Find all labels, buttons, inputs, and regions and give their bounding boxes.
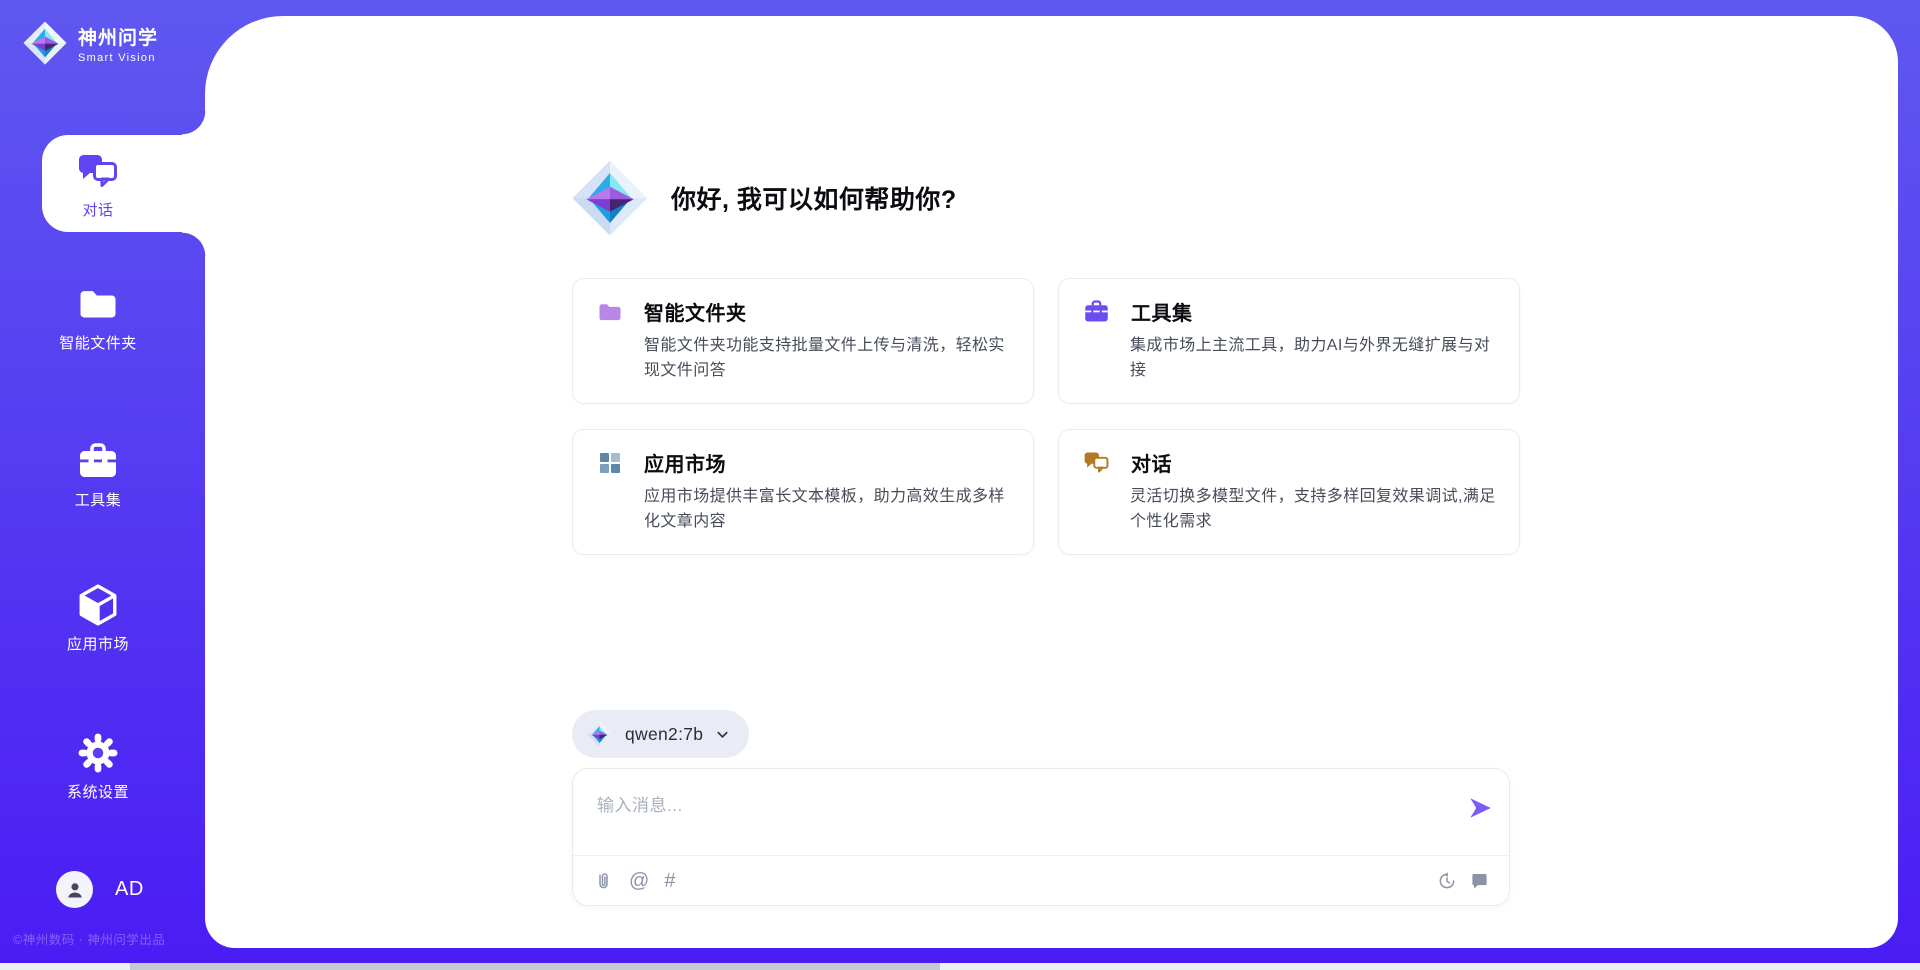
card-app-market[interactable]: 应用市场 应用市场提供丰富长文本模板，助力高效生成多样化文章内容 [572, 429, 1034, 555]
card-title: 智能文件夹 [644, 297, 747, 326]
grid-icon [598, 451, 622, 475]
active-nav-curve-top [182, 111, 207, 135]
composer-toolbar: @ # [593, 856, 1489, 906]
card-toolset[interactable]: 工具集 集成市场上主流工具，助力AI与外界无缝扩展与对接 [1058, 278, 1520, 404]
send-icon[interactable] [1467, 795, 1493, 821]
user-name: AD [115, 878, 144, 901]
app-root: 神州问学 Smart Vision 对话 智能文件夹 [0, 0, 1920, 970]
greeting: 你好, 我可以如何帮助你? [570, 158, 957, 238]
sidebar-item-chat[interactable]: 对话 [0, 150, 196, 220]
hashtag-icon[interactable]: # [664, 871, 675, 891]
greeting-text: 你好, 我可以如何帮助你? [671, 180, 957, 216]
horizontal-scrollbar [0, 963, 1920, 970]
brand-diamond-icon [22, 20, 68, 66]
sidebar-item-label: 对话 [0, 199, 196, 220]
card-description: 智能文件夹功能支持批量文件上传与清洗，轻松实现文件问答 [644, 333, 1016, 383]
model-name: qwen2:7b [625, 724, 703, 745]
sidebar-footer: ©神州数码 · 神州问学出品 [13, 929, 165, 948]
history-icon[interactable] [1437, 871, 1457, 891]
gear-icon [0, 732, 196, 774]
sidebar-item-toolset[interactable]: 工具集 [0, 440, 196, 510]
person-icon [64, 879, 86, 901]
toolbox-icon [0, 440, 196, 482]
sidebar-item-label: 系统设置 [0, 781, 196, 802]
sidebar-item-label: 应用市场 [0, 633, 196, 654]
sidebar-item-label: 工具集 [0, 489, 196, 510]
mention-icon[interactable]: @ [629, 871, 649, 891]
brand-subtitle: Smart Vision [78, 52, 158, 64]
sidebar-item-settings[interactable]: 系统设置 [0, 732, 196, 802]
chat-icon [0, 150, 196, 192]
model-diamond-icon [586, 721, 613, 748]
card-description: 集成市场上主流工具，助力AI与外界无缝扩展与对接 [1130, 333, 1502, 383]
folder-icon [0, 283, 196, 325]
cube-icon [0, 584, 196, 626]
card-chat[interactable]: 对话 灵活切换多模型文件，支持多样回复效果调试,满足个性化需求 [1058, 429, 1520, 555]
comment-icon[interactable] [1470, 872, 1489, 891]
brand-logo: 神州问学 Smart Vision [22, 20, 158, 66]
sidebar-item-app-market[interactable]: 应用市场 [0, 584, 196, 654]
active-nav-curve-bottom [182, 232, 207, 256]
card-title: 应用市场 [644, 448, 726, 477]
card-title: 工具集 [1131, 297, 1193, 326]
user-profile[interactable]: AD [56, 871, 144, 908]
card-description: 应用市场提供丰富长文本模板，助力高效生成多样化文章内容 [644, 484, 1016, 534]
sidebar-item-smart-folder[interactable]: 智能文件夹 [0, 283, 196, 353]
folder-icon [598, 302, 622, 322]
card-smart-folder[interactable]: 智能文件夹 智能文件夹功能支持批量文件上传与清洗，轻松实现文件问答 [572, 278, 1034, 404]
sidebar-item-label: 智能文件夹 [0, 332, 196, 353]
message-input[interactable] [597, 791, 1437, 847]
toolbox-icon [1084, 300, 1109, 323]
chat-icon [1084, 451, 1109, 474]
paperclip-icon[interactable] [593, 871, 614, 892]
card-title: 对话 [1131, 448, 1172, 477]
avatar [56, 871, 93, 908]
composer: @ # [572, 768, 1510, 906]
chevron-down-icon [715, 727, 730, 742]
model-selector[interactable]: qwen2:7b [572, 710, 749, 758]
greeting-diamond-icon [570, 158, 650, 238]
scrollbar-thumb[interactable] [130, 963, 940, 970]
feature-cards: 智能文件夹 智能文件夹功能支持批量文件上传与清洗，轻松实现文件问答 工具集 [572, 278, 1520, 555]
card-description: 灵活切换多模型文件，支持多样回复效果调试,满足个性化需求 [1130, 484, 1502, 534]
brand-name: 神州问学 [78, 23, 158, 50]
